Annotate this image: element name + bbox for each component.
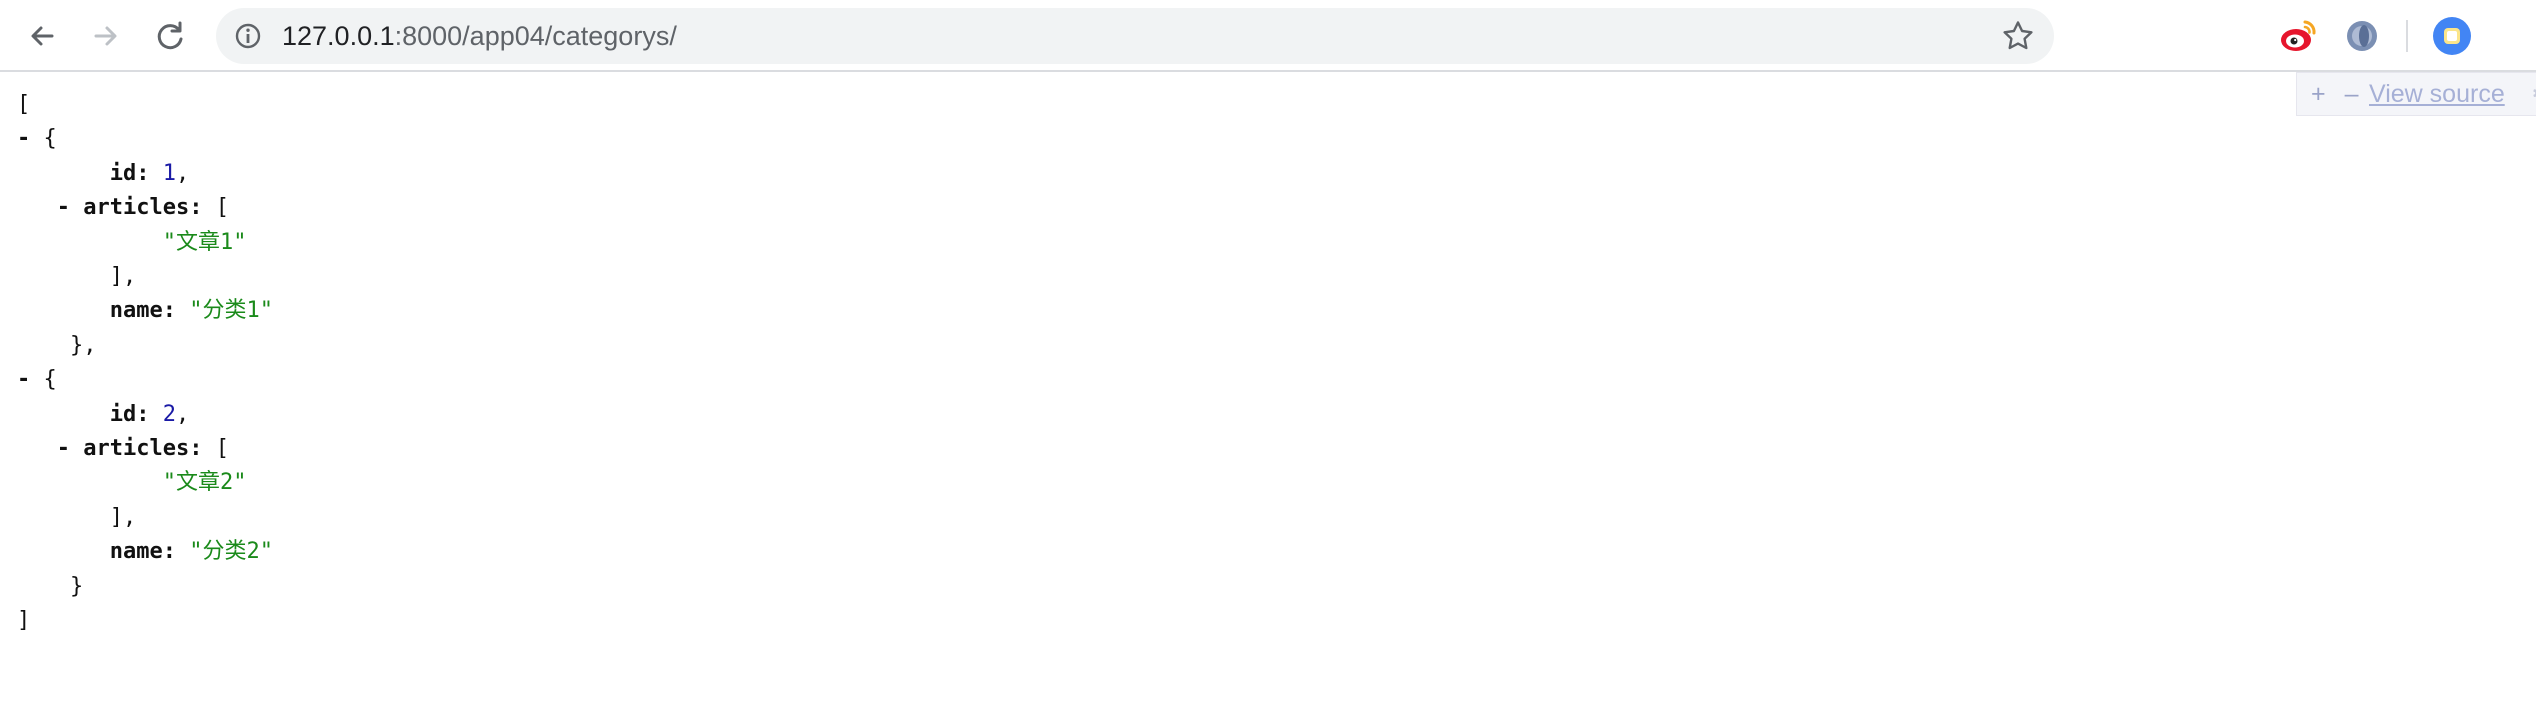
arrow-left-icon bbox=[31, 26, 54, 46]
json-value: "文章2" bbox=[162, 470, 247, 496]
json-line: - articles: [ bbox=[57, 191, 229, 225]
expand-collapse-all[interactable]: + – bbox=[2311, 73, 2364, 115]
json-value: "分类2" bbox=[189, 539, 273, 565]
weibo-icon bbox=[2281, 20, 2316, 51]
json-key: articles bbox=[83, 195, 190, 221]
json-key: articles bbox=[83, 436, 190, 461]
json-punctuation: { bbox=[43, 126, 57, 152]
json-value: "分类1" bbox=[189, 298, 273, 324]
info-icon bbox=[235, 23, 261, 49]
url-host: 127.0.0.1 bbox=[282, 21, 395, 51]
reload-button[interactable] bbox=[150, 16, 190, 56]
extension-button[interactable] bbox=[2342, 16, 2382, 56]
profile-button[interactable] bbox=[2432, 16, 2472, 56]
json-punctuation: ], bbox=[109, 264, 137, 289]
json-line: name: "分类1" bbox=[110, 294, 273, 328]
arrow-right-icon bbox=[94, 26, 117, 46]
toolbar-divider bbox=[2406, 20, 2408, 52]
json-viewer-toolbar: + – View source ⚙ bbox=[2296, 72, 2536, 116]
bookmark-button[interactable] bbox=[2000, 18, 2036, 54]
json-key: name bbox=[109, 539, 163, 565]
json-line: name: "分类2" bbox=[110, 535, 273, 569]
json-colon: : bbox=[162, 539, 190, 565]
extension-weibo-button[interactable] bbox=[2278, 16, 2318, 56]
collapse-toggle[interactable]: - bbox=[57, 195, 84, 220]
json-line: } bbox=[70, 570, 83, 604]
star-icon bbox=[2003, 21, 2033, 50]
json-key: name bbox=[109, 298, 163, 324]
profile-avatar-icon bbox=[2433, 17, 2471, 55]
collapse-toggle[interactable]: - bbox=[17, 126, 44, 151]
json-line: }, bbox=[70, 329, 97, 363]
reload-icon bbox=[157, 21, 183, 50]
json-line: [ bbox=[17, 88, 30, 122]
json-punctuation: ] bbox=[17, 608, 31, 633]
json-colon: : bbox=[162, 298, 190, 324]
collapse-all-button[interactable]: – bbox=[2345, 80, 2365, 108]
json-punctuation: ], bbox=[109, 504, 137, 530]
json-punctuation: [ bbox=[215, 195, 229, 221]
json-value: "文章1" bbox=[162, 229, 247, 255]
json-value: 2 bbox=[162, 401, 176, 427]
url-text: 127.0.0.1:8000/app04/categorys/ bbox=[282, 8, 677, 64]
json-punctuation: { bbox=[43, 367, 57, 393]
json-punctuation: } bbox=[70, 573, 84, 599]
address-bar[interactable]: 127.0.0.1:8000/app04/categorys/ bbox=[216, 8, 2054, 64]
view-source-link[interactable]: View source bbox=[2369, 73, 2505, 115]
json-line: ], bbox=[110, 260, 137, 294]
json-key: id bbox=[109, 401, 137, 427]
json-line: ] bbox=[17, 604, 30, 638]
extension-icon bbox=[2347, 21, 2377, 51]
json-line: "文章2" bbox=[163, 466, 247, 500]
json-value: 1 bbox=[162, 160, 176, 186]
back-button[interactable] bbox=[22, 16, 62, 56]
json-line: ], bbox=[110, 501, 137, 535]
options-gear-icon[interactable]: ⚙ bbox=[2531, 73, 2536, 115]
json-line: id: 1, bbox=[110, 157, 190, 191]
json-punctuation: , bbox=[176, 160, 190, 186]
json-key: id bbox=[109, 160, 137, 186]
url-path: :8000/app04/categorys/ bbox=[394, 21, 677, 51]
expand-all-button[interactable]: + bbox=[2311, 80, 2332, 108]
site-info-button[interactable] bbox=[232, 20, 264, 52]
json-colon: : bbox=[189, 195, 216, 221]
collapse-toggle[interactable]: - bbox=[57, 436, 84, 461]
json-line: "文章1" bbox=[163, 226, 247, 260]
browser-toolbar: 127.0.0.1:8000/app04/categorys/ bbox=[0, 0, 2536, 72]
json-punctuation: [ bbox=[17, 92, 31, 117]
json-colon: : bbox=[136, 401, 163, 427]
json-line: - { bbox=[17, 363, 57, 397]
json-colon: : bbox=[189, 436, 216, 461]
collapse-toggle[interactable]: - bbox=[17, 367, 44, 392]
json-colon: : bbox=[136, 160, 163, 186]
json-punctuation: }, bbox=[70, 332, 97, 358]
json-line: - articles: [ bbox=[57, 432, 229, 466]
json-punctuation: , bbox=[176, 401, 190, 427]
json-punctuation: [ bbox=[215, 436, 229, 461]
json-line: id: 2, bbox=[110, 398, 190, 432]
forward-button[interactable] bbox=[86, 16, 126, 56]
json-line: - { bbox=[17, 122, 57, 156]
